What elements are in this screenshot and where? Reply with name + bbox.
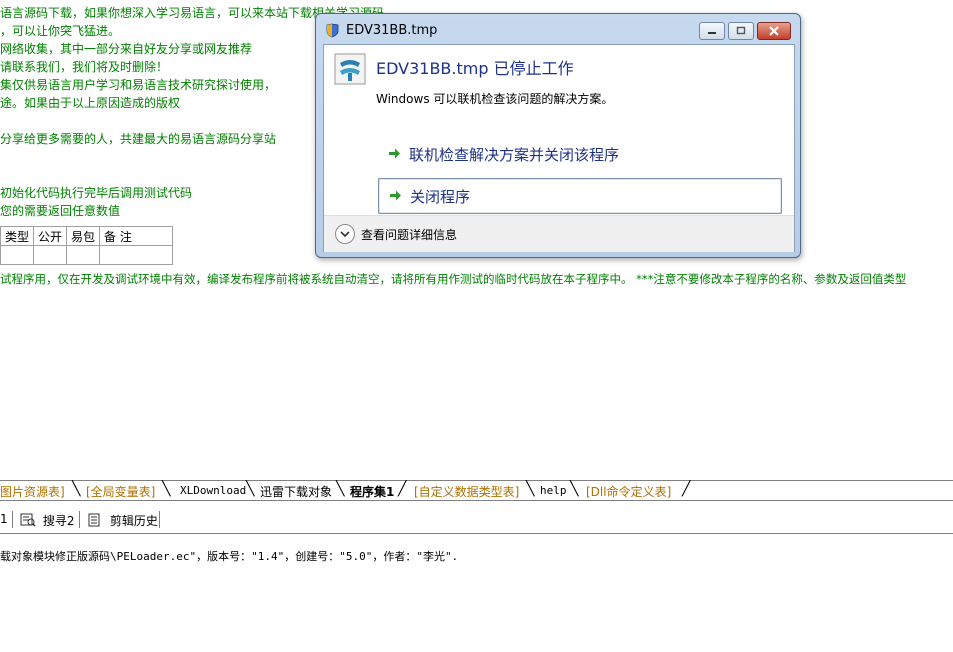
toolbar-separator — [79, 511, 80, 528]
tab-help[interactable]: help — [540, 484, 567, 497]
table-header-package: 易包 — [66, 226, 101, 246]
toolbar-separator — [159, 511, 160, 528]
tab-xldownload[interactable]: XLDownload — [180, 484, 246, 497]
dialog-message: Windows 可以联机检查该问题的解决方案。 — [376, 92, 614, 106]
check-online-label: 联机检查解决方案并关闭该程序 — [409, 146, 620, 164]
minimize-icon — [708, 32, 716, 34]
comment-line: 途。如果由于以上原因造成的版权 — [0, 96, 181, 110]
comment-line: 初始化代码执行完毕后调用测试代码 — [0, 186, 193, 200]
dialog-footer: 查看问题详细信息 — [324, 215, 794, 252]
table-cell[interactable] — [66, 245, 101, 265]
chevron-down-icon — [340, 231, 350, 238]
tab-separator: ╱ — [682, 481, 691, 497]
output-message: 载对象模块修正版源码\PELoader.ec"，版本号："1.4"，创建号："5… — [0, 550, 459, 563]
check-online-option[interactable]: 联机检查解决方案并关闭该程序 — [378, 137, 780, 171]
clip-history-label: 剪辑历史 — [109, 514, 158, 528]
close-icon — [769, 26, 779, 36]
dialog-body: EDV31BB.tmp 已停止工作 Windows 可以联机检查该问题的解决方案… — [323, 44, 795, 252]
tab-separator: ╲ — [72, 481, 81, 497]
search2-label: 搜寻2 — [42, 514, 75, 528]
tab-separator: ╲ — [246, 481, 255, 497]
search1-button[interactable]: 1 — [0, 512, 8, 526]
table-cell[interactable] — [33, 245, 68, 265]
tab-dll-commands[interactable]: [Dll命令定义表] — [586, 483, 671, 500]
green-arrow-icon — [390, 190, 401, 201]
tab-image-resources[interactable]: 图片资源表] — [0, 483, 65, 500]
table-header-type: 类型 — [0, 226, 35, 246]
tab-separator: ╱ — [398, 481, 407, 497]
comment-line: 集仅供易语言用户学习和易语言技术研究探讨使用， — [0, 78, 277, 92]
comment-line: ，可以让你突飞猛进。 — [0, 24, 121, 38]
output-toolbar: 1 搜寻2 剪辑历史 — [0, 507, 953, 534]
toolbar-separator — [12, 511, 13, 528]
expand-details-button[interactable] — [335, 224, 355, 244]
tab-separator: ╲ — [336, 481, 345, 497]
tab-separator: ╲ — [526, 481, 535, 497]
close-program-option[interactable]: 关闭程序 — [378, 178, 782, 214]
search2-button[interactable]: 搜寻2 — [20, 512, 74, 529]
tab-separator: ╲ — [162, 481, 171, 497]
subroutine-table: 类型 公开 易包 备 注 — [0, 226, 174, 265]
document-icon — [88, 513, 100, 527]
maximize-icon — [736, 26, 746, 35]
dialog-title: EDV31BB.tmp — [346, 23, 438, 38]
table-header-public: 公开 — [33, 226, 68, 246]
table-header-remark: 备 注 — [99, 226, 174, 246]
tab-thunder-download-object[interactable]: 迅雷下载对象 — [260, 483, 332, 500]
clip-history-button[interactable]: 剪辑历史 — [87, 512, 158, 529]
application-icon — [334, 53, 366, 85]
maximize-button[interactable] — [728, 22, 754, 40]
tab-global-variables[interactable]: [全局变量表] — [86, 483, 155, 500]
comment-line: 请联系我们，我们将及时删除！ — [0, 60, 169, 74]
close-program-label: 关闭程序 — [410, 188, 471, 206]
table-cell[interactable] — [0, 245, 35, 265]
app-shield-icon — [326, 23, 339, 38]
notice-line: 试程序用，仅在开发及调试环境中有效，编译发布程序前将被系统自动清空，请将所有用作… — [0, 272, 907, 286]
comment-line: 分享给更多需要的人，共建最大的易语言源码分享站 — [0, 132, 277, 146]
comment-line: 您的需要返回任意数值 — [0, 204, 121, 218]
editor-tabs-bar: 图片资源表] ╲ [全局变量表] ╲ XLDownload ╲ 迅雷下载对象 ╲… — [0, 480, 953, 501]
green-arrow-icon — [389, 148, 400, 159]
tab-separator: ╲ — [570, 481, 579, 497]
tab-custom-data-types[interactable]: [自定义数据类型表] — [414, 483, 519, 500]
view-details-link[interactable]: 查看问题详细信息 — [361, 226, 457, 243]
comment-line: 网络收集，其中一部分来自好友分享或网友推荐 — [0, 42, 253, 56]
tab-program-set-1[interactable]: 程序集1 — [350, 483, 394, 500]
table-cell[interactable] — [99, 245, 174, 265]
dialog-heading: EDV31BB.tmp 已停止工作 — [376, 59, 574, 78]
search-icon — [20, 513, 36, 527]
close-button[interactable] — [757, 22, 791, 40]
stopped-working-dialog: EDV31BB.tmp EDV31BB.tmp 已停止工作 Windows 可以… — [315, 13, 801, 258]
minimize-button[interactable] — [699, 22, 725, 40]
